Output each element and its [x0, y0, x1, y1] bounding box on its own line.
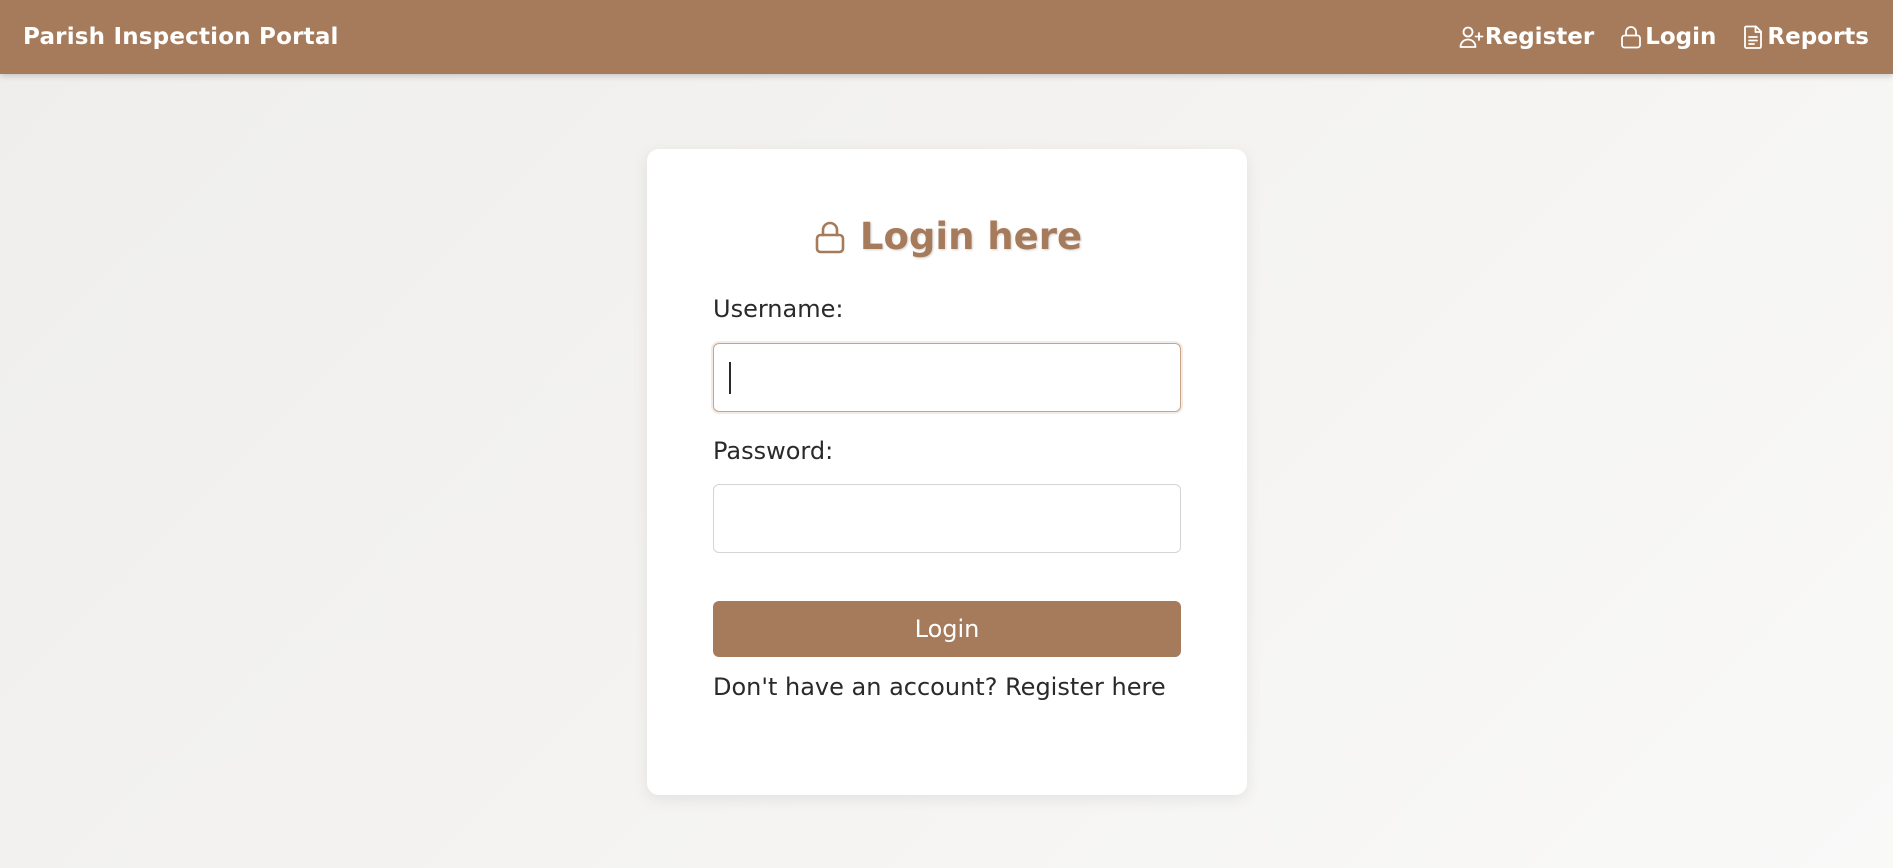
register-here-link[interactable]: Register here	[1005, 673, 1166, 701]
username-input[interactable]	[713, 343, 1181, 412]
document-icon	[1744, 25, 1763, 49]
login-title: Login here	[859, 215, 1083, 258]
nav-register-label: Register	[1484, 24, 1595, 50]
login-button[interactable]: Login	[713, 601, 1181, 657]
username-label: Username:	[713, 295, 844, 323]
nav-login-label: Login	[1645, 24, 1717, 50]
lock-icon	[1621, 26, 1642, 49]
login-heading: Login here	[647, 215, 1247, 258]
nav-reports-link[interactable]: Reports	[1740, 24, 1869, 50]
top-navbar: Parish Inspection Portal Register Login	[0, 0, 1893, 74]
register-prompt: Don't have an account? Register here	[713, 673, 1166, 701]
login-card: Login here Username: Password: Login Don…	[647, 149, 1247, 795]
nav-login-link[interactable]: Login	[1618, 24, 1716, 50]
nav-register-link[interactable]: Register	[1458, 24, 1594, 50]
register-prompt-text: Don't have an account?	[713, 673, 998, 701]
text-caret	[729, 362, 731, 394]
brand-title[interactable]: Parish Inspection Portal	[23, 24, 339, 50]
password-label: Password:	[713, 437, 834, 465]
password-input[interactable]	[713, 484, 1181, 553]
nav-reports-label: Reports	[1767, 24, 1869, 50]
user-plus-icon	[1459, 26, 1484, 48]
nav-links: Register Login Reports	[1458, 24, 1869, 50]
lock-icon	[815, 221, 845, 253]
